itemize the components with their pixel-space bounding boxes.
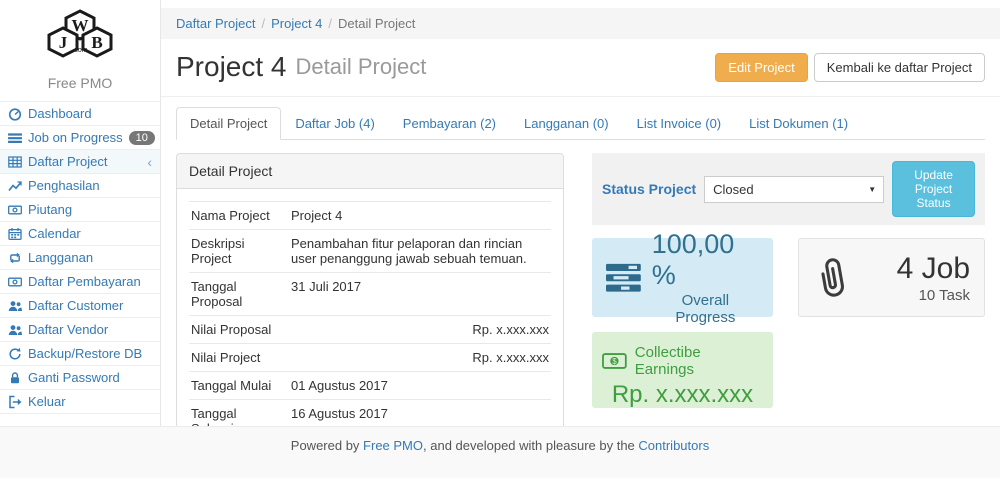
page-header: Project 4 Detail Project Edit Project Ke… bbox=[161, 39, 1000, 97]
tab-detail-project[interactable]: Detail Project bbox=[176, 107, 281, 140]
refresh-icon bbox=[8, 347, 22, 361]
app-logo: W J B .com Free PMO bbox=[0, 0, 160, 101]
tab-pembayaran[interactable]: Pembayaran (2) bbox=[389, 107, 510, 140]
sidebar-item-penghasilan[interactable]: Penghasilan bbox=[0, 173, 160, 197]
page-title: Project 4 bbox=[176, 51, 287, 83]
dashboard-icon bbox=[8, 107, 22, 121]
sign-out-icon bbox=[8, 395, 22, 409]
calendar-icon bbox=[8, 227, 22, 241]
footer-link-free-pmo[interactable]: Free PMO bbox=[363, 438, 423, 453]
sidebar-item-daftar-customer[interactable]: Daftar Customer bbox=[0, 293, 160, 317]
retweet-icon bbox=[8, 251, 22, 265]
sidebar-item-daftar-vendor[interactable]: Daftar Vendor bbox=[0, 317, 160, 341]
lock-icon bbox=[8, 371, 22, 385]
tab-list-dokumen[interactable]: List Dokumen (1) bbox=[735, 107, 862, 140]
jobs-card: 4 Job 10 Task bbox=[798, 238, 985, 317]
table-row: Tanggal Proposal 31 Juli 2017 bbox=[189, 273, 551, 316]
job-count-badge: 10 bbox=[129, 131, 155, 145]
earnings-caption: Collectibe Earnings bbox=[635, 344, 763, 378]
tasks-icon bbox=[606, 263, 642, 293]
users-icon bbox=[8, 299, 22, 313]
sidebar-menu: Dashboard Job on Progress 10 Daftar Proj… bbox=[0, 101, 160, 414]
status-project-label: Status Project bbox=[602, 181, 696, 197]
main-content: Daftar Project/Project 4/Detail Project … bbox=[161, 8, 1000, 478]
table-row: Tanggal Mulai 01 Agustus 2017 bbox=[189, 372, 551, 400]
progress-value: 100,00 % bbox=[652, 229, 759, 291]
status-project-select[interactable]: Closed bbox=[704, 176, 884, 203]
table-row: Nilai Project Rp. x.xxx.xxx bbox=[189, 344, 551, 372]
breadcrumb: Daftar Project/Project 4/Detail Project bbox=[161, 8, 1000, 39]
sidebar-item-langganan[interactable]: Langganan bbox=[0, 245, 160, 269]
back-to-list-button[interactable]: Kembali ke daftar Project bbox=[814, 53, 985, 82]
money-icon bbox=[8, 275, 22, 289]
earnings-value: Rp. x.xxx.xxx bbox=[602, 381, 763, 409]
sidebar-item-dashboard[interactable]: Dashboard bbox=[0, 101, 160, 125]
tasks-value: 10 Task bbox=[897, 287, 970, 304]
paperclip-icon bbox=[809, 251, 853, 305]
sidebar-item-daftar-project[interactable]: Daftar Project ‹ bbox=[0, 149, 160, 173]
jwb-logo-icon: W J B .com bbox=[34, 8, 126, 70]
table-row: Nama Project Project 4 bbox=[189, 202, 551, 230]
svg-text:$: $ bbox=[612, 357, 617, 366]
table-icon bbox=[8, 155, 22, 169]
edit-project-button[interactable]: Edit Project bbox=[715, 53, 807, 82]
breadcrumb-link-daftar-project[interactable]: Daftar Project bbox=[176, 16, 255, 31]
sidebar-item-daftar-pembayaran[interactable]: Daftar Pembayaran bbox=[0, 269, 160, 293]
sidebar-item-keluar[interactable]: Keluar bbox=[0, 389, 160, 414]
tab-list-invoice[interactable]: List Invoice (0) bbox=[623, 107, 736, 140]
sidebar: W J B .com Free PMO Dashboard Job on Pro… bbox=[0, 0, 161, 426]
status-project-bar: Status Project Closed ▼ Update Project S… bbox=[592, 153, 985, 225]
sidebar-item-piutang[interactable]: Piutang bbox=[0, 197, 160, 221]
list-icon bbox=[8, 131, 22, 145]
page-subtitle: Detail Project bbox=[296, 54, 427, 80]
logo-letter-w: W bbox=[72, 16, 89, 35]
overall-progress-card: 100,00 % Overall Progress bbox=[592, 238, 773, 317]
footer-link-contributors[interactable]: Contributors bbox=[638, 438, 709, 453]
tab-daftar-job[interactable]: Daftar Job (4) bbox=[281, 107, 388, 140]
breadcrumb-link-project-4[interactable]: Project 4 bbox=[271, 16, 322, 31]
money-icon: $ bbox=[602, 353, 627, 369]
chart-line-icon bbox=[8, 179, 22, 193]
money-icon bbox=[8, 203, 22, 217]
sidebar-item-calendar[interactable]: Calendar bbox=[0, 221, 160, 245]
users-icon bbox=[8, 323, 22, 337]
sidebar-item-backup-restore[interactable]: Backup/Restore DB bbox=[0, 341, 160, 365]
jobs-value: 4 Job bbox=[897, 252, 970, 285]
sidebar-item-job-on-progress[interactable]: Job on Progress 10 bbox=[0, 125, 160, 149]
logo-letter-j: J bbox=[59, 33, 68, 52]
tab-langganan[interactable]: Langganan (0) bbox=[510, 107, 623, 140]
logo-letter-b: B bbox=[91, 33, 102, 52]
tab-bar: Detail Project Daftar Job (4) Pembayaran… bbox=[176, 107, 985, 140]
logo-suffix: .com bbox=[72, 47, 87, 54]
chevron-left-icon: ‹ bbox=[147, 155, 152, 169]
update-project-status-button[interactable]: Update Project Status bbox=[892, 161, 975, 217]
brand-name: Free PMO bbox=[0, 75, 160, 91]
footer: Powered by Free PMO, and developed with … bbox=[0, 426, 1000, 478]
collectible-earnings-card: $ Collectibe Earnings Rp. x.xxx.xxx bbox=[592, 332, 773, 408]
table-row: Nilai Proposal Rp. x.xxx.xxx bbox=[189, 316, 551, 344]
progress-caption: Overall Progress bbox=[652, 292, 759, 326]
panel-title: Detail Project bbox=[177, 154, 563, 189]
sidebar-item-ganti-password[interactable]: Ganti Password bbox=[0, 365, 160, 389]
table-row: Deskripsi Project Penambahan fitur pelap… bbox=[189, 230, 551, 273]
breadcrumb-current: Detail Project bbox=[338, 16, 415, 31]
